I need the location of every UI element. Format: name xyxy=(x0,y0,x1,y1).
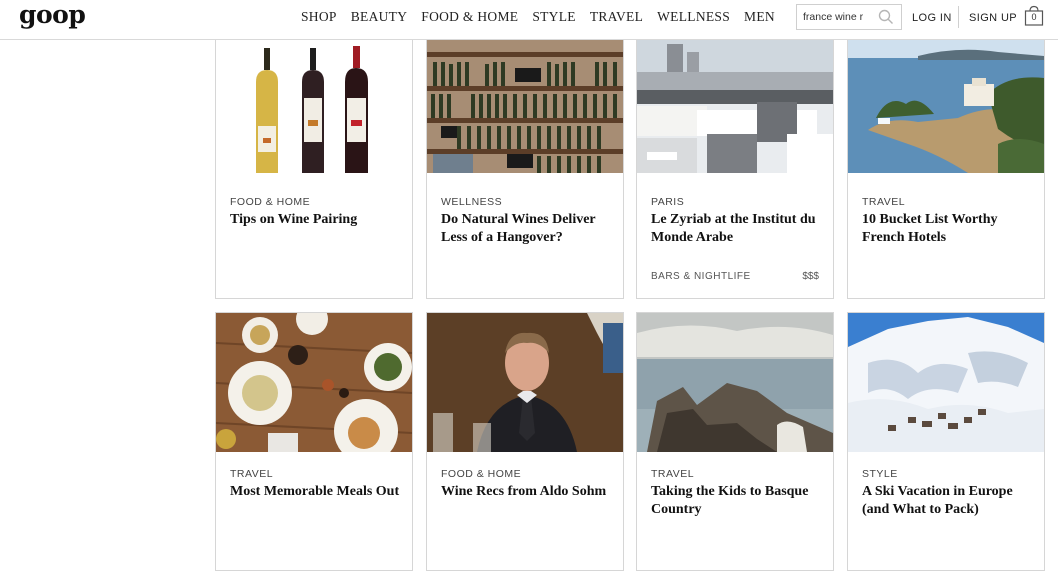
article-category: WELLNESS xyxy=(441,196,503,208)
article-card-wine-pairing[interactable]: FOOD & HOME Tips on Wine Pairing xyxy=(215,33,413,299)
article-title[interactable]: Most Memorable Meals Out xyxy=(230,483,402,501)
article-category: TRAVEL xyxy=(862,196,906,208)
article-card-aldo-sohm[interactable]: FOOD & HOME Wine Recs from Aldo Sohm xyxy=(426,312,624,571)
nav-item-travel[interactable]: TRAVEL xyxy=(590,9,643,25)
article-grid: FOOD & HOME Tips on Wine Pairing WELLNES… xyxy=(0,0,1058,576)
shopping-bag-icon[interactable]: 0 xyxy=(1023,5,1045,27)
article-category: TRAVEL xyxy=(651,468,695,480)
article-card-le-zyriab[interactable]: PARIS Le Zyriab at the Institut du Monde… xyxy=(636,33,834,299)
article-card-french-hotels[interactable]: TRAVEL 10 Bucket List Worthy French Hote… xyxy=(847,33,1045,299)
bag-count: 0 xyxy=(1031,12,1037,22)
article-category: PARIS xyxy=(651,196,685,208)
article-title[interactable]: Wine Recs from Aldo Sohm xyxy=(441,483,613,501)
snowy-mountains-image xyxy=(848,313,1044,452)
article-card-ski-vacation[interactable]: STYLE A Ski Vacation in Europe (and What… xyxy=(847,312,1045,571)
nav-item-wellness[interactable]: WELLNESS xyxy=(657,9,730,25)
nav-item-men[interactable]: MEN xyxy=(744,9,775,25)
header-divider xyxy=(958,6,959,28)
nav-item-shop[interactable]: SHOP xyxy=(301,9,337,25)
coastal-hotel-image xyxy=(848,34,1044,173)
article-category: STYLE xyxy=(862,468,898,480)
site-header: goop SHOP BEAUTY FOOD & HOME STYLE TRAVE… xyxy=(0,0,1058,40)
search-box xyxy=(796,4,902,30)
dinner-table-image xyxy=(216,313,412,452)
rocky-coast-image xyxy=(637,313,833,452)
main-nav: SHOP BEAUTY FOOD & HOME STYLE TRAVEL WEL… xyxy=(301,9,775,25)
rooftop-restaurant-image xyxy=(637,34,833,173)
article-title[interactable]: A Ski Vacation in Europe (and What to Pa… xyxy=(862,483,1034,519)
article-category: FOOD & HOME xyxy=(441,468,522,480)
article-title[interactable]: 10 Bucket List Worthy French Hotels xyxy=(862,211,1034,247)
search-input[interactable] xyxy=(803,9,873,25)
nav-item-style[interactable]: STYLE xyxy=(532,9,576,25)
wine-bottles-image xyxy=(216,34,412,173)
search-icon[interactable] xyxy=(877,8,895,26)
article-title[interactable]: Tips on Wine Pairing xyxy=(230,211,402,229)
article-price: $$$ xyxy=(802,271,819,282)
article-card-natural-wines[interactable]: WELLNESS Do Natural Wines Deliver Less o… xyxy=(426,33,624,299)
signup-link[interactable]: SIGN UP xyxy=(969,12,1017,24)
sommelier-portrait-image xyxy=(427,313,623,452)
article-category: FOOD & HOME xyxy=(230,196,311,208)
article-card-basque-country[interactable]: TRAVEL Taking the Kids to Basque Country xyxy=(636,312,834,571)
wine-shelves-image xyxy=(427,34,623,173)
article-title[interactable]: Taking the Kids to Basque Country xyxy=(651,483,823,519)
nav-item-beauty[interactable]: BEAUTY xyxy=(351,9,408,25)
article-title[interactable]: Do Natural Wines Deliver Less of a Hango… xyxy=(441,211,613,247)
login-link[interactable]: LOG IN xyxy=(912,12,952,24)
article-title[interactable]: Le Zyriab at the Institut du Monde Arabe xyxy=(651,211,823,247)
goop-logo[interactable]: goop xyxy=(19,0,86,30)
article-category: TRAVEL xyxy=(230,468,274,480)
article-tag: BARS & NIGHTLIFE xyxy=(651,271,751,282)
article-card-memorable-meals[interactable]: TRAVEL Most Memorable Meals Out xyxy=(215,312,413,571)
nav-item-food-home[interactable]: FOOD & HOME xyxy=(421,9,518,25)
